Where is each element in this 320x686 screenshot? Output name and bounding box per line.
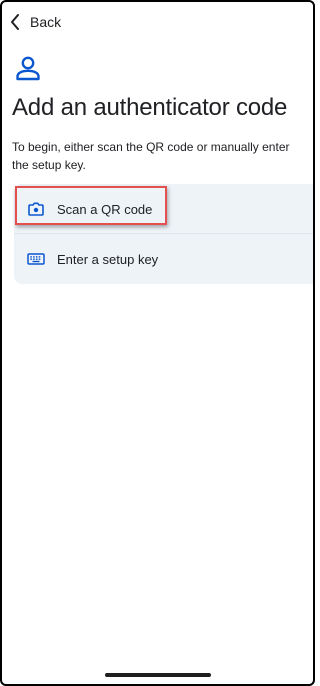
- page-title: Add an authenticator code: [12, 94, 288, 121]
- home-indicator[interactable]: [105, 673, 211, 677]
- phone-screen: Back Add an authenticator code To begin,…: [0, 0, 315, 686]
- divider: [14, 233, 313, 234]
- intro-text: To begin, either scan the QR code or man…: [12, 140, 290, 172]
- enter-setup-key-option[interactable]: Enter a setup key: [14, 235, 313, 283]
- camera-icon: [27, 200, 45, 218]
- person-icon: [14, 54, 42, 82]
- back-label: Back: [30, 14, 62, 30]
- enter-setup-key-label: Enter a setup key: [57, 251, 159, 267]
- scan-qr-code-option[interactable]: Scan a QR code: [14, 185, 313, 233]
- keyboard-icon: [27, 250, 45, 268]
- chevron-left-icon: [8, 13, 22, 31]
- back-button[interactable]: Back: [8, 12, 61, 32]
- scan-qr-code-label: Scan a QR code: [57, 201, 153, 217]
- options-card: Scan a QR code Enter a setup key: [14, 184, 313, 284]
